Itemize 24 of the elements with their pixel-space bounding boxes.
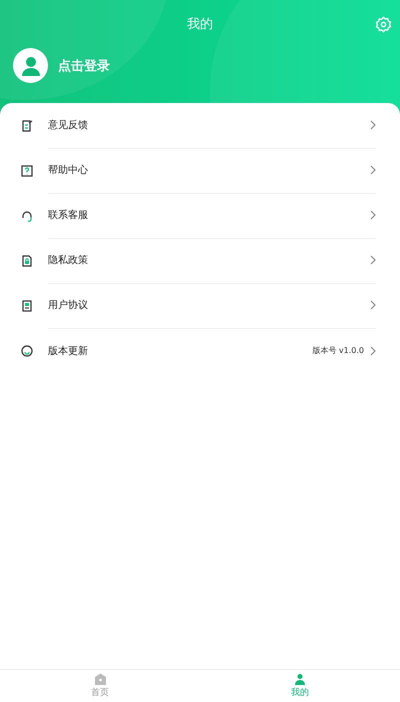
chevron-icon [370, 120, 376, 130]
settings-icon[interactable] [375, 16, 392, 33]
menu-item[interactable]: 联系客服 [48, 208, 370, 222]
menu-item[interactable]: 版本更新 [48, 344, 312, 358]
home-icon [94, 673, 106, 685]
chevron-icon [370, 255, 376, 265]
chevron-icon [370, 300, 376, 310]
chevron-icon [370, 346, 376, 356]
smile-icon [20, 344, 34, 358]
document-icon [20, 298, 34, 312]
version-text: 版本号 v1.0.0 [312, 345, 364, 356]
menu-item[interactable]: 用户协议 [48, 298, 370, 312]
help-icon [20, 164, 34, 178]
document-lock-icon [20, 254, 34, 268]
page-title: 我的 [187, 16, 213, 33]
note-icon [20, 118, 34, 132]
chevron-icon [370, 165, 376, 175]
headset-icon [20, 208, 34, 222]
chevron-icon [370, 210, 376, 220]
menu-item[interactable]: 帮助中心 [48, 163, 370, 177]
person-icon [294, 673, 306, 685]
menu-item[interactable]: 隐私政策 [48, 253, 370, 267]
avatar[interactable] [13, 48, 48, 83]
menu-item[interactable]: 意见反馈 [48, 118, 370, 132]
